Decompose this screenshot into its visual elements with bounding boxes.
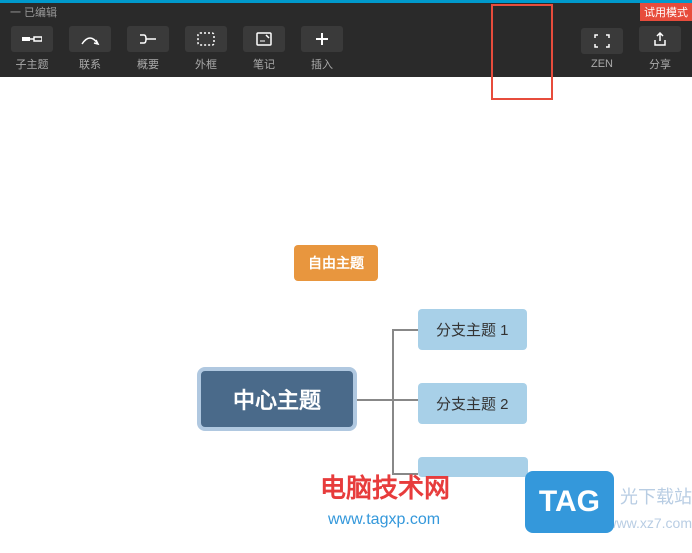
- watermark-url-1: www.tagxp.com: [328, 511, 440, 529]
- edit-status: 一 已编辑: [10, 4, 57, 20]
- plus-icon: [301, 26, 343, 52]
- note-button[interactable]: 笔记: [236, 23, 292, 75]
- connector-branch2: [392, 399, 418, 401]
- insert-button[interactable]: 插入: [294, 23, 350, 75]
- title-bar: 一 已编辑 试用模式: [0, 3, 692, 21]
- subtopic-icon: [11, 26, 53, 52]
- central-topic-node[interactable]: 中心主题: [197, 367, 357, 431]
- connector-vertical: [392, 329, 394, 473]
- summary-icon: [127, 26, 169, 52]
- tag-badge: TAG: [525, 471, 614, 533]
- share-button[interactable]: 分享: [632, 23, 688, 75]
- insert-label: 插入: [311, 56, 333, 72]
- note-label: 笔记: [253, 56, 275, 72]
- watermark-text-2: 光下载站: [620, 483, 692, 509]
- watermark-url-2: www.xz7.com: [606, 515, 692, 531]
- boundary-label: 外框: [195, 56, 217, 72]
- connector-main: [357, 399, 393, 401]
- share-label: 分享: [649, 56, 671, 72]
- relation-button[interactable]: 联系: [62, 23, 118, 75]
- branch-topic-1[interactable]: 分支主题 1: [418, 309, 527, 350]
- free-topic-node[interactable]: 自由主题: [294, 245, 378, 281]
- summary-button[interactable]: 概要: [120, 23, 176, 75]
- connector-branch1: [392, 329, 418, 331]
- watermark-text-1: 电脑技术网: [320, 468, 450, 505]
- subtopic-label: 子主题: [16, 56, 49, 72]
- subtopic-button[interactable]: 子主题: [4, 23, 60, 75]
- toolbar: 子主题 联系 概要 外框 笔记 插入 ZEN: [0, 21, 692, 77]
- fullscreen-icon: [581, 28, 623, 54]
- boundary-icon: [185, 26, 227, 52]
- zen-button[interactable]: ZEN: [574, 23, 630, 75]
- trial-mode-badge: 试用模式: [640, 3, 692, 21]
- share-icon: [639, 26, 681, 52]
- branch-topic-2[interactable]: 分支主题 2: [418, 383, 527, 424]
- mindmap-canvas[interactable]: 自由主题 中心主题 分支主题 1 分支主题 2 电脑技术网 www.tagxp.…: [0, 77, 692, 553]
- relation-icon: [69, 26, 111, 52]
- summary-label: 概要: [137, 56, 159, 72]
- relation-label: 联系: [79, 56, 101, 72]
- note-icon: [243, 26, 285, 52]
- boundary-button[interactable]: 外框: [178, 23, 234, 75]
- zen-label: ZEN: [591, 58, 613, 70]
